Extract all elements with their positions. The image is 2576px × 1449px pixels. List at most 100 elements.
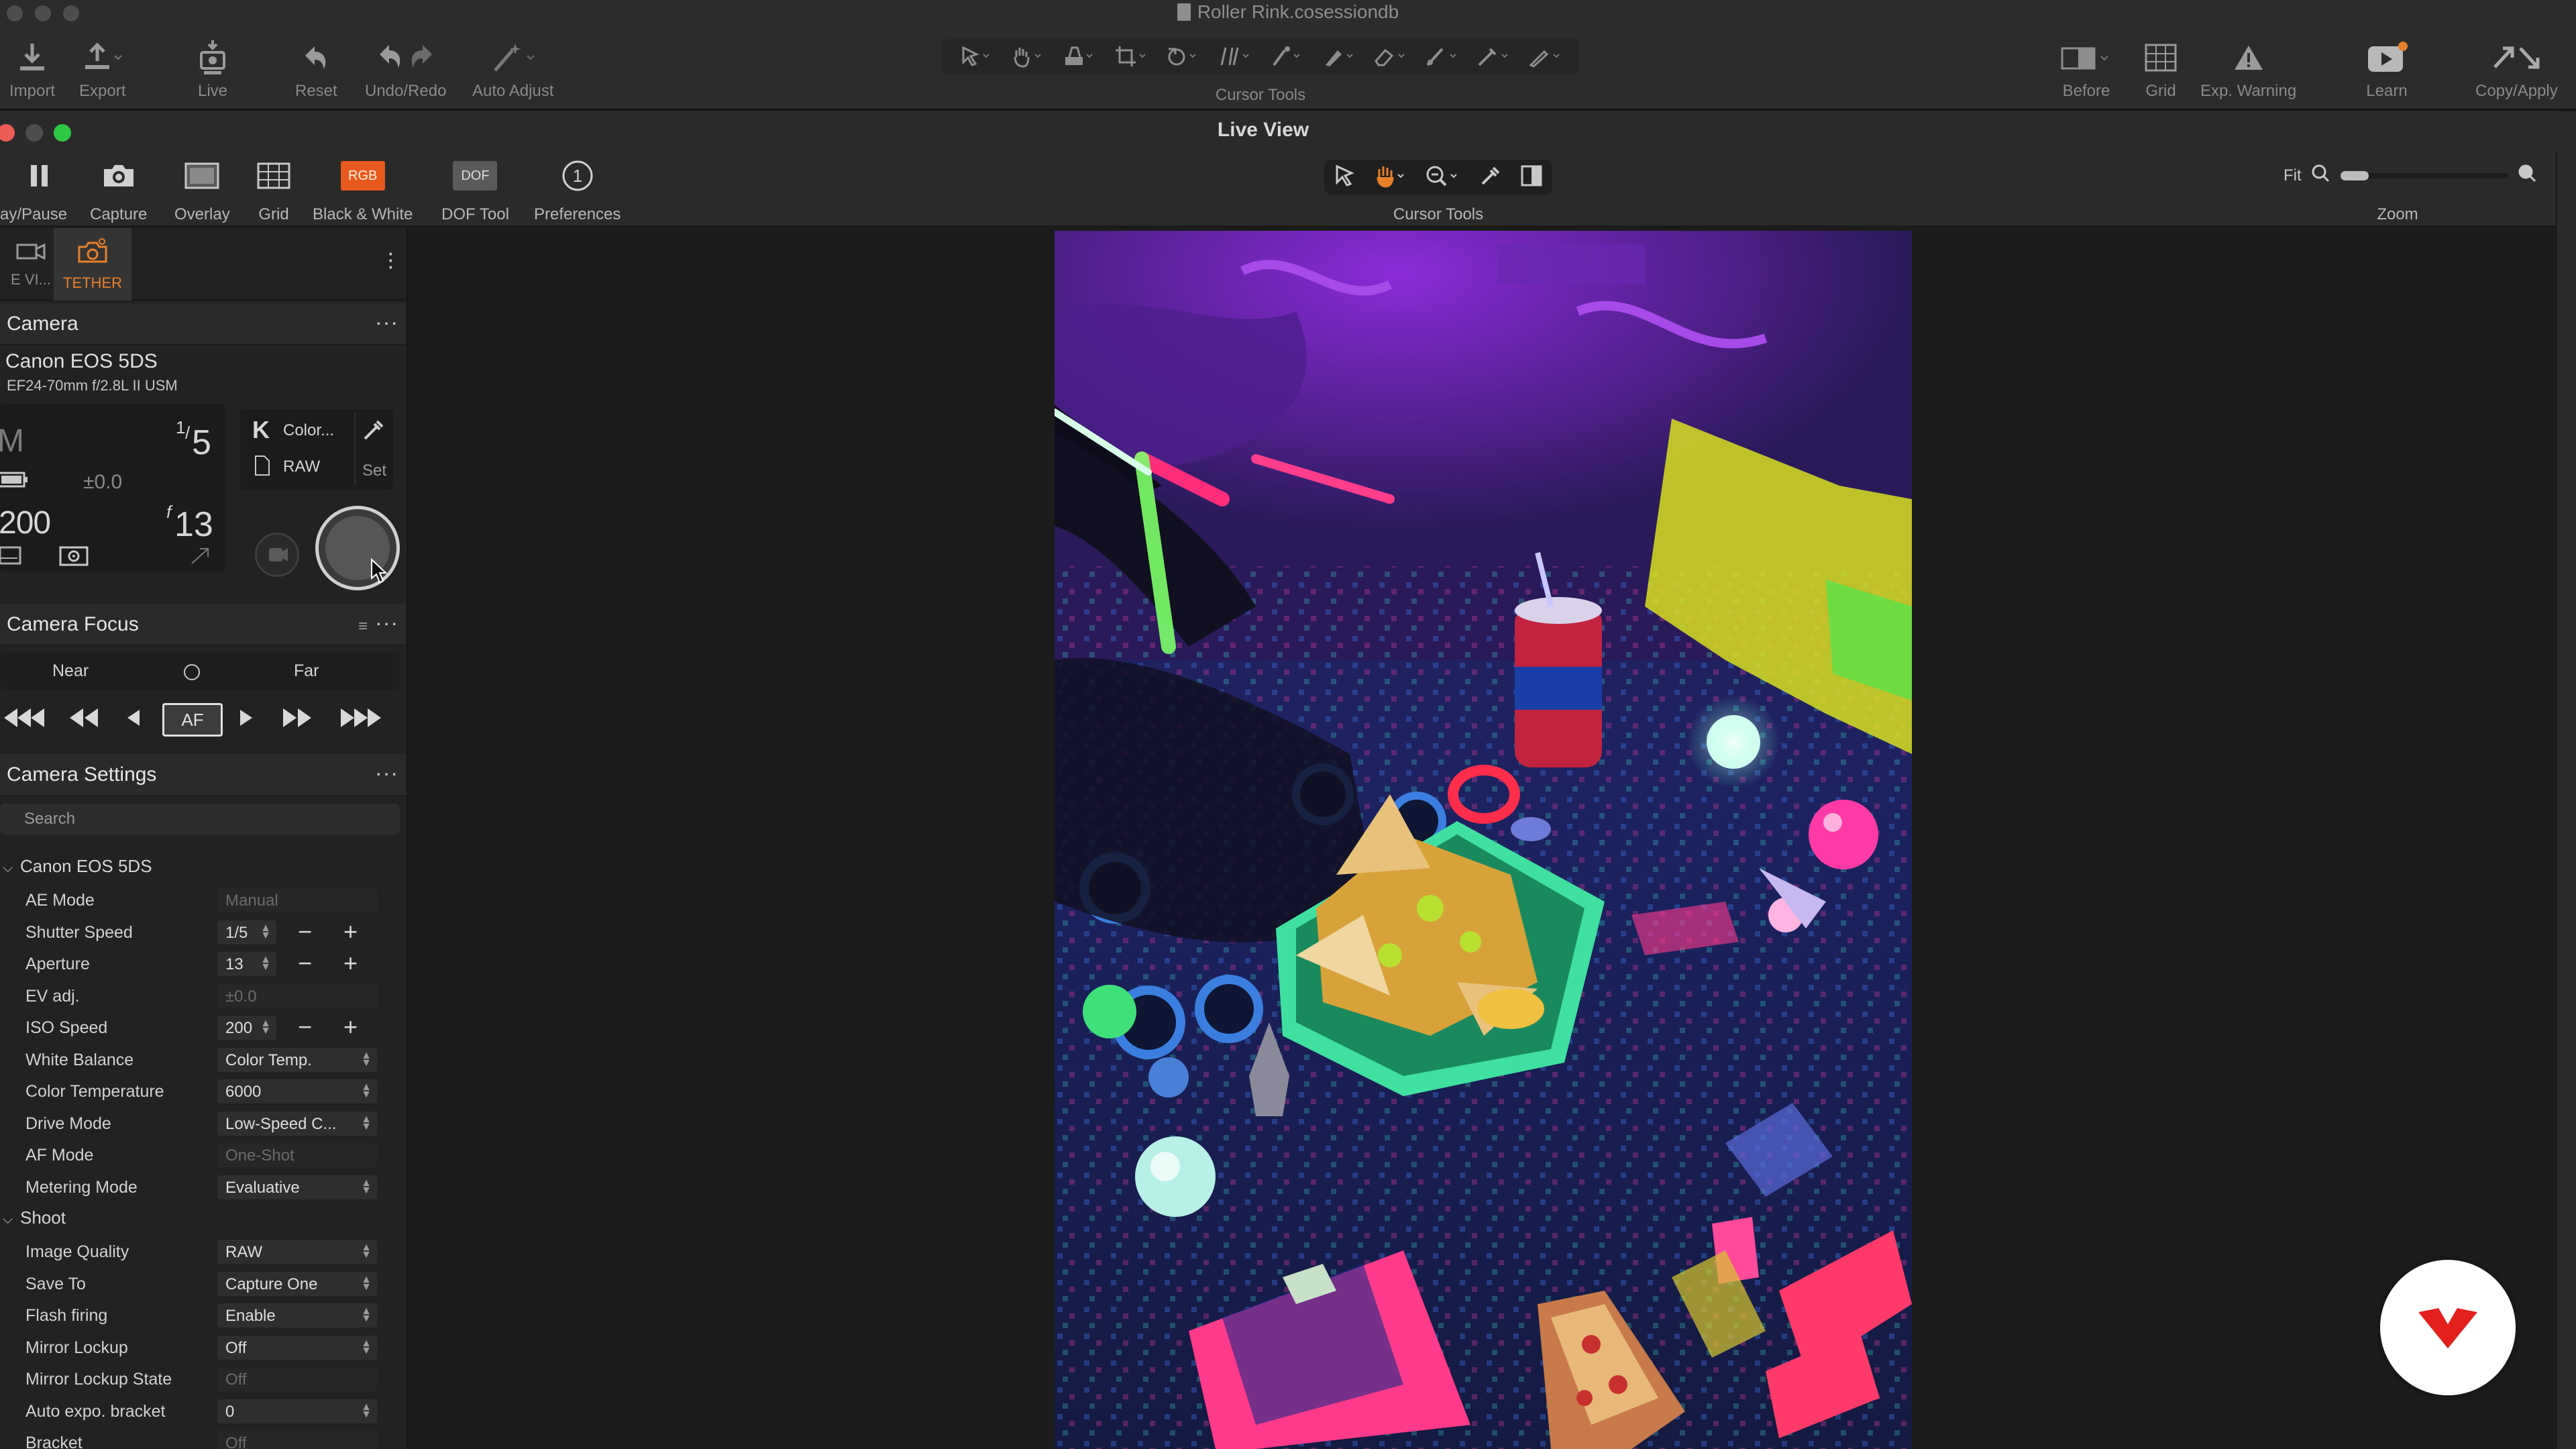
eyedropper-icon[interactable] (1479, 164, 1503, 191)
focus-near-medium-step-icon[interactable] (68, 704, 99, 737)
group-canon-eos-5ds[interactable]: ⌵ Canon EOS 5DS (3, 856, 152, 877)
gradient-mask-icon[interactable] (1418, 42, 1465, 71)
settings-search-input[interactable]: Search (0, 804, 400, 835)
file-format-readout[interactable]: RAW (283, 458, 320, 476)
crop-icon[interactable] (1108, 42, 1155, 71)
copy-apply-button[interactable]: Copy/Apply (2475, 38, 2558, 101)
setting-value-dropdown[interactable]: RAW ▲ ▼ (217, 1240, 377, 1264)
shutter-denominator[interactable]: 5 (192, 423, 211, 463)
group-shoot-label: Shoot (20, 1208, 66, 1228)
focus-far-large-step-icon[interactable] (339, 704, 382, 737)
list-menu-icon[interactable]: ≡ (358, 617, 368, 636)
compare-split-icon[interactable] (1519, 164, 1544, 191)
setting-value-dropdown[interactable]: 13 ▲ ▼ (217, 952, 276, 976)
aperture-readout[interactable]: 13 (174, 504, 213, 545)
increment-button[interactable]: + (343, 1013, 358, 1041)
tab-live-view[interactable]: E VI... (0, 228, 62, 301)
setting-value-dropdown[interactable]: Off ▲ ▼ (217, 1335, 377, 1360)
decrement-button[interactable]: − (298, 918, 312, 946)
up-down-stepper-icon[interactable]: ▲ ▼ (361, 1338, 372, 1356)
focus-near-small-step-icon[interactable] (125, 704, 141, 737)
learn-button[interactable]: Learn (2365, 38, 2408, 101)
zoom-out-icon[interactable] (2311, 164, 2331, 187)
black-white-button[interactable]: RGB Black & White (313, 156, 413, 224)
increment-button[interactable]: + (343, 949, 358, 977)
live-grid-button[interactable]: Grid (256, 156, 291, 224)
undo-redo-button[interactable]: Undo/Redo (365, 38, 446, 101)
before-button[interactable]: Before (2059, 38, 2113, 101)
up-down-stepper-icon[interactable]: ▲ ▼ (361, 1082, 372, 1100)
zoom-in-icon[interactable] (2518, 164, 2538, 187)
focus-far-medium-step-icon[interactable] (282, 704, 313, 737)
setting-value-dropdown[interactable]: 200 ▲ ▼ (217, 1016, 276, 1040)
panel-options-kebab-icon[interactable]: · · · (387, 241, 394, 278)
up-down-stepper-icon[interactable]: ▲ ▼ (361, 1306, 372, 1324)
capture-button[interactable]: Capture (90, 156, 147, 224)
up-down-stepper-icon[interactable]: ▲ ▼ (361, 1242, 372, 1260)
picker-icon[interactable] (1470, 42, 1517, 71)
import-button[interactable]: Import (9, 38, 55, 101)
tab-tether[interactable]: TETHER (54, 228, 131, 301)
preferences-button[interactable]: 1 Preferences (534, 156, 621, 224)
live-button[interactable]: Live (196, 38, 229, 101)
dof-tool-button[interactable]: DOF DOF Tool (441, 156, 509, 224)
camera-section-header[interactable]: Camera ··· (0, 303, 407, 345)
up-down-stepper-icon[interactable]: ▲ ▼ (361, 1050, 372, 1068)
setting-value-dropdown[interactable]: Enable ▲ ▼ (217, 1303, 377, 1328)
setting-value-dropdown[interactable]: 1/5 ▲ ▼ (217, 920, 276, 945)
focus-far-small-step-icon[interactable] (239, 704, 255, 737)
camera-settings-section-header[interactable]: Camera Settings ··· (0, 754, 407, 796)
pan-hand-icon[interactable] (1004, 42, 1051, 71)
increment-button[interactable]: + (343, 918, 358, 946)
section-more-icon[interactable]: ··· (375, 761, 398, 786)
up-down-stepper-icon[interactable]: ▲ ▼ (260, 922, 271, 941)
focus-near-large-step-icon[interactable] (3, 704, 46, 737)
setting-value-dropdown[interactable]: Low-Speed C... ▲ ▼ (217, 1111, 377, 1136)
spot-removal-icon[interactable] (1263, 42, 1310, 71)
eraser-icon[interactable] (1366, 42, 1413, 71)
auto-adjust-button[interactable]: Auto Adjust (472, 38, 553, 101)
live-view-image[interactable] (1055, 231, 1912, 1449)
setting-value-dropdown[interactable]: Evaluative ▲ ▼ (217, 1175, 377, 1199)
camera-focus-section-header[interactable]: Camera Focus ≡ ··· (0, 604, 407, 645)
iso-readout[interactable]: 200 (0, 504, 51, 541)
keystone-icon[interactable] (1211, 42, 1258, 71)
record-video-button[interactable] (255, 533, 299, 577)
export-button[interactable]: Export (79, 38, 125, 101)
up-down-stepper-icon[interactable]: ▲ ▼ (260, 955, 271, 973)
select-cursor-icon[interactable] (1333, 164, 1357, 191)
overlay-button[interactable]: Overlay (174, 156, 230, 224)
setting-value-dropdown[interactable]: 6000 ▲ ▼ (217, 1079, 377, 1104)
file-icon (254, 455, 271, 480)
brush-icon[interactable] (1315, 42, 1362, 71)
reset-button[interactable]: Reset (295, 38, 337, 101)
zoom-slider-thumb[interactable] (2340, 170, 2369, 180)
exposure-warning-button[interactable]: Exp. Warning (2200, 38, 2296, 101)
setting-value-dropdown[interactable]: Color Temp. ▲ ▼ (217, 1047, 377, 1072)
up-down-stepper-icon[interactable]: ▲ ▼ (361, 1114, 372, 1132)
setting-value-dropdown[interactable]: Capture One ▲ ▼ (217, 1271, 377, 1296)
up-down-stepper-icon[interactable]: ▲ ▼ (260, 1018, 271, 1036)
zoom-fit-button[interactable]: Fit (2284, 166, 2302, 185)
decrement-button[interactable]: − (298, 1013, 312, 1041)
annotate-icon[interactable] (1521, 42, 1568, 71)
decrement-button[interactable]: − (298, 949, 312, 977)
play-pause-button[interactable]: ay/Pause (0, 156, 67, 224)
zoom-slider[interactable] (2340, 170, 2508, 180)
zoom-cursor-icon[interactable] (1424, 164, 1462, 191)
autofocus-button[interactable]: AF (162, 703, 223, 737)
up-down-stepper-icon[interactable]: ▲ ▼ (361, 1274, 372, 1292)
pan-hand-icon[interactable] (1374, 164, 1407, 191)
up-down-stepper-icon[interactable]: ▲ ▼ (361, 1401, 372, 1419)
select-cursor-icon[interactable] (953, 42, 1000, 71)
section-more-icon[interactable]: ··· (375, 310, 398, 335)
eyedropper-icon[interactable] (361, 417, 386, 445)
white-balance-readout[interactable]: Color... (283, 421, 334, 440)
section-more-icon[interactable]: ··· (375, 610, 398, 635)
up-down-stepper-icon[interactable]: ▲ ▼ (361, 1177, 372, 1195)
group-shoot[interactable]: ⌵ Shoot (3, 1208, 66, 1228)
rotate-icon[interactable] (1159, 42, 1206, 71)
stamp-icon[interactable] (1056, 42, 1103, 71)
grid-button[interactable]: Grid (2144, 38, 2178, 101)
setting-value-dropdown[interactable]: 0 ▲ ▼ (217, 1399, 377, 1424)
